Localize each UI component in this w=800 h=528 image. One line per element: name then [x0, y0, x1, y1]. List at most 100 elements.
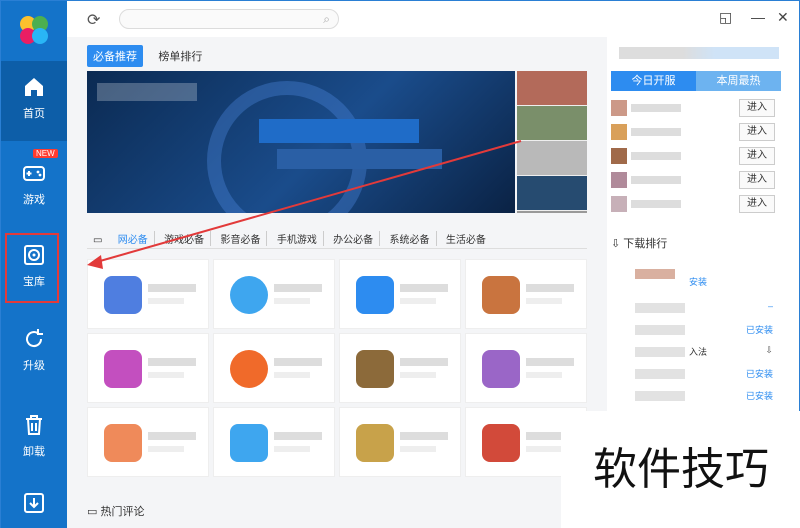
app-card[interactable]	[339, 259, 461, 329]
app-icon	[230, 350, 268, 388]
app-desc	[400, 372, 436, 378]
tab-weekly-hot[interactable]: 本周最热	[696, 71, 781, 91]
app-name	[400, 432, 448, 440]
server-row: 进入	[611, 121, 781, 143]
download-icon	[24, 493, 44, 513]
app-name	[635, 325, 685, 335]
app-desc	[274, 372, 310, 378]
tab-today-servers[interactable]: 今日开服	[611, 71, 696, 91]
hot-comments-label: 热门评论	[100, 506, 145, 518]
sidebar-item-label: 卸载	[23, 446, 45, 458]
game-name	[631, 176, 681, 184]
banner-thumb[interactable]	[517, 71, 587, 106]
banner-headline	[259, 119, 419, 143]
sidebar-item-download[interactable]	[1, 481, 67, 528]
tab-ranking[interactable]: 榜单排行	[152, 45, 208, 67]
comment-icon: ▭	[87, 506, 98, 518]
close-icon[interactable]: ✕	[777, 9, 789, 26]
category-game[interactable]: 游戏必备	[158, 231, 212, 246]
banner-thumb[interactable]	[517, 176, 587, 211]
rank-row[interactable]: 已安装	[617, 321, 787, 339]
game-name	[631, 152, 681, 160]
enter-button[interactable]: 进入	[739, 195, 775, 213]
category-office[interactable]: 办公必备	[327, 231, 381, 246]
server-row: 进入	[611, 97, 781, 119]
enter-button[interactable]: 进入	[739, 123, 775, 141]
app-icon	[230, 276, 268, 314]
game-thumb	[611, 148, 627, 164]
rank-row[interactable]: 安装	[617, 265, 787, 287]
watermark: 软件技巧	[561, 411, 800, 528]
install-status[interactable]: 已安装	[746, 323, 773, 336]
restore-icon[interactable]: ◱	[719, 9, 732, 26]
rank-row[interactable]: 已安装	[617, 387, 787, 405]
refresh-icon[interactable]: ⟳	[87, 10, 100, 30]
minimize-icon[interactable]: —	[751, 9, 765, 25]
game-name	[631, 128, 681, 136]
server-tabs: 今日开服 本周最热	[611, 71, 781, 91]
sidebar-item-upgrade[interactable]: 升级	[1, 313, 67, 393]
app-card[interactable]	[339, 407, 461, 477]
app-name	[400, 358, 448, 366]
app-card[interactable]	[213, 407, 335, 477]
install-status[interactable]: 安装	[689, 275, 707, 288]
app-desc	[526, 372, 562, 378]
download-icon[interactable]: ⇩	[765, 345, 773, 356]
collapse-icon[interactable]: –	[768, 301, 773, 311]
game-name	[631, 104, 681, 112]
rank-row[interactable]: 已安装	[617, 365, 787, 383]
hot-comments[interactable]: ▭ 热门评论	[87, 503, 144, 519]
sidebar-item-home[interactable]: 首页	[1, 61, 67, 141]
app-card[interactable]	[87, 407, 209, 477]
category-media[interactable]: 影音必备	[214, 231, 268, 246]
app-card[interactable]	[213, 259, 335, 329]
game-name	[631, 200, 681, 208]
tab-essential[interactable]: 必备推荐	[87, 45, 143, 67]
rank-row[interactable]: 入法 ⇩	[617, 343, 787, 361]
app-icon	[356, 424, 394, 462]
app-name	[526, 358, 574, 366]
home-icon	[25, 78, 43, 96]
search-icon[interactable]: ⌕	[323, 12, 330, 27]
category-web[interactable]: 网必备	[112, 231, 155, 246]
app-card[interactable]	[465, 333, 587, 403]
app-name	[635, 269, 675, 279]
category-system[interactable]: 系统必备	[384, 231, 437, 246]
app-name	[635, 303, 685, 313]
app-name	[274, 284, 322, 292]
app-desc	[274, 298, 310, 304]
app-name	[274, 358, 322, 366]
banner-thumbnails[interactable]	[517, 71, 587, 213]
app-card[interactable]	[87, 333, 209, 403]
banner-ring	[207, 81, 367, 213]
category-life[interactable]: 生活必备	[440, 231, 492, 246]
game-thumb	[611, 196, 627, 212]
category-mobile[interactable]: 手机游戏	[271, 231, 324, 246]
enter-button[interactable]: 进入	[739, 99, 775, 117]
game-thumb	[611, 124, 627, 140]
sidebar-item-label: 升级	[23, 360, 45, 372]
banner-thumb[interactable]	[517, 141, 587, 176]
install-status[interactable]: 已安装	[746, 389, 773, 402]
trash-icon	[26, 415, 42, 435]
sidebar-item-games[interactable]: NEW 游戏	[1, 147, 67, 227]
enter-button[interactable]: 进入	[739, 147, 775, 165]
rank-row[interactable]: –	[617, 299, 787, 317]
app-name	[635, 347, 685, 357]
app-card[interactable]	[339, 333, 461, 403]
new-badge: NEW	[33, 149, 58, 158]
enter-button[interactable]: 进入	[739, 171, 775, 189]
search-input[interactable]: ⌕	[119, 9, 339, 29]
promo-banner[interactable]	[87, 71, 515, 213]
banner-thumb[interactable]	[517, 106, 587, 141]
gamepad-icon	[23, 166, 45, 181]
sidebar-item-label: 首页	[23, 108, 45, 120]
app-card[interactable]	[465, 259, 587, 329]
app-card[interactable]	[87, 259, 209, 329]
server-row: 进入	[611, 145, 781, 167]
sidebar-item-uninstall[interactable]: 卸载	[1, 399, 67, 479]
app-icon	[482, 276, 520, 314]
app-card[interactable]	[213, 333, 335, 403]
app-window: 首页 NEW 游戏 宝库 升级 卸载 ⟳ ⌕ ◱ — ✕ 必备推荐 榜单排行 ▭…	[0, 0, 800, 528]
install-status[interactable]: 已安装	[746, 367, 773, 380]
